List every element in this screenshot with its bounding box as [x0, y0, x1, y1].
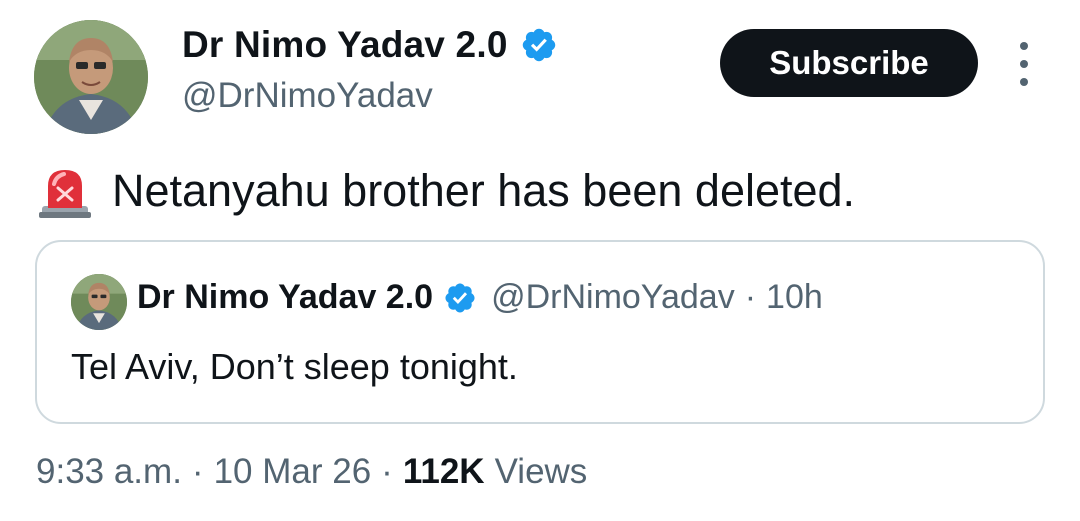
tweet-time[interactable]: 9:33 a.m.: [36, 452, 182, 492]
quoted-tweet[interactable]: Dr Nimo Yadav 2.0 @DrNimoYadav · 10h Tel…: [35, 240, 1045, 424]
author-handle[interactable]: @DrNimoYadav: [182, 76, 433, 116]
quoted-tweet-text: Tel Aviv, Don’t sleep tonight.: [71, 346, 518, 387]
quoted-timestamp[interactable]: 10h: [766, 278, 823, 317]
separator-dot: ·: [191, 452, 204, 491]
quoted-author-avatar[interactable]: [71, 274, 127, 330]
views-count[interactable]: 112K: [403, 452, 485, 492]
separator-dot: ·: [744, 278, 757, 316]
views-label: Views: [494, 452, 588, 491]
quoted-header: Dr Nimo Yadav 2.0 @DrNimoYadav · 10h: [137, 278, 823, 317]
more-dot: [1020, 42, 1028, 50]
quoted-avatar-image: [71, 274, 127, 330]
verified-badge-icon[interactable]: [520, 26, 558, 64]
separator-dot: ·: [381, 452, 393, 491]
author-name-row[interactable]: Dr Nimo Yadav 2.0: [182, 24, 558, 66]
quoted-author-name[interactable]: Dr Nimo Yadav 2.0: [137, 278, 433, 317]
subscribe-button[interactable]: Subscribe: [720, 29, 978, 97]
more-dot: [1020, 60, 1028, 68]
tweet-body: Netanyahu brother has been deleted.: [36, 162, 855, 220]
more-options-icon[interactable]: [1012, 42, 1036, 86]
tweet-text: Netanyahu brother has been deleted.: [112, 165, 856, 216]
quoted-author-handle[interactable]: @DrNimoYadav: [491, 278, 735, 317]
author-avatar[interactable]: [34, 20, 148, 134]
author-avatar-image: [34, 20, 148, 134]
verified-badge-icon: [445, 282, 475, 313]
police-siren-icon: [39, 170, 91, 218]
author-name[interactable]: Dr Nimo Yadav 2.0: [182, 24, 508, 66]
more-dot: [1020, 78, 1028, 86]
tweet-meta: 9:33 a.m. · 10 Mar 26 · 112K Views: [36, 452, 587, 492]
tweet-date[interactable]: 10 Mar 26: [214, 452, 372, 492]
